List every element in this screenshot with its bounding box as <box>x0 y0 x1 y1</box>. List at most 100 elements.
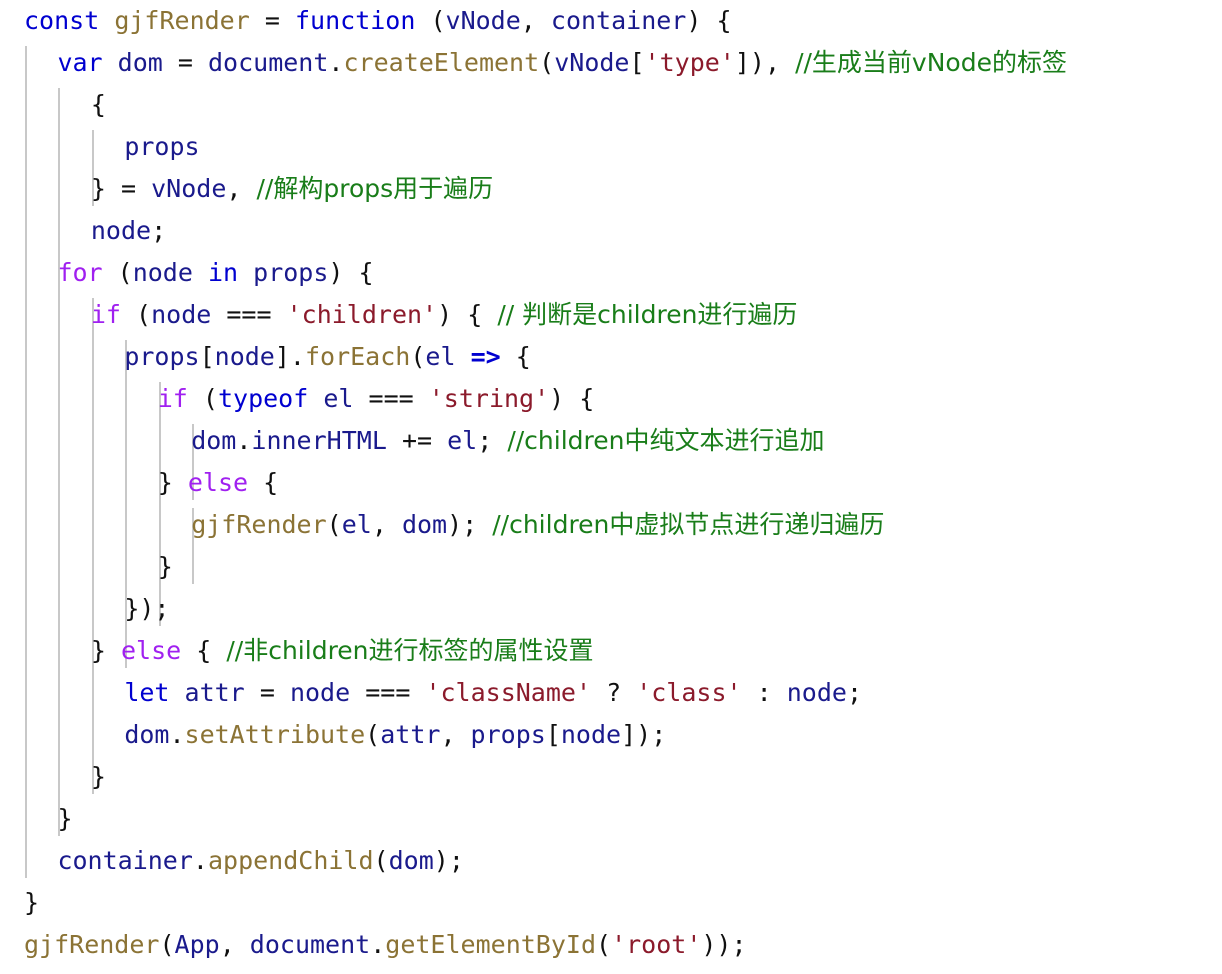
code-line[interactable]: } <box>0 756 1222 798</box>
code-token-punc: , <box>226 174 257 203</box>
code-token-ident: props <box>124 132 200 161</box>
code-token-com: //非children进行标签的属性设置 <box>226 636 594 665</box>
code-token-fn: gjfRender <box>24 930 160 959</box>
code-token-ident: dom <box>191 426 237 455</box>
code-token-punc <box>136 174 151 203</box>
code-token-str: 'string' <box>428 384 550 413</box>
code-token-fn: getElementById <box>385 930 596 959</box>
code-token-ident: el <box>341 510 372 539</box>
code-token-ident: document <box>249 930 371 959</box>
code-line[interactable]: const gjfRender = function (vNode, conta… <box>0 0 1222 42</box>
code-token-punc: , <box>219 930 250 959</box>
code-token-punc: ( <box>415 6 446 35</box>
code-token-kwp: for <box>57 258 103 287</box>
code-token-kwp: else <box>121 636 182 665</box>
code-line[interactable]: gjfRender(el, dom); //children中虚拟节点进行递归遍… <box>0 504 1222 546</box>
code-token-punc: ) { <box>437 300 498 329</box>
code-token-kw: function <box>294 6 416 35</box>
code-token-punc: ( <box>326 510 342 539</box>
code-line[interactable]: if (typeof el === 'string') { <box>0 378 1222 420</box>
code-token-ident: dom <box>124 720 170 749</box>
code-token-punc <box>772 678 787 707</box>
code-token-fn: gjfRender <box>114 6 250 35</box>
code-token-punc <box>163 48 178 77</box>
code-token-punc: ( <box>539 48 555 77</box>
code-token-punc: ) { <box>686 6 732 35</box>
code-token-op: = <box>177 48 193 77</box>
code-token-punc: )); <box>701 930 747 959</box>
code-token-ident: attr <box>184 678 245 707</box>
code-token-punc <box>106 636 121 665</box>
code-token-punc <box>410 678 425 707</box>
code-line[interactable]: let attr = node === 'className' ? 'class… <box>0 672 1222 714</box>
code-token-op: += <box>401 426 433 455</box>
code-line[interactable]: } <box>0 798 1222 840</box>
code-token-ident: dom <box>117 48 163 77</box>
code-line[interactable]: dom.setAttribute(attr, props[node]); <box>0 714 1222 756</box>
code-token-punc: ( <box>187 384 218 413</box>
code-token-punc <box>280 6 295 35</box>
code-token-punc <box>99 6 114 35</box>
code-token-op: === <box>368 384 414 413</box>
code-line[interactable]: props[node].forEach(el => { <box>0 336 1222 378</box>
code-token-punc: ( <box>159 930 175 959</box>
code-token-punc <box>350 678 365 707</box>
code-editor-viewport: const gjfRender = function (vNode, conta… <box>0 0 1222 974</box>
code-token-ident: innerHTML <box>251 426 387 455</box>
code-line[interactable]: }); <box>0 588 1222 630</box>
code-token-punc <box>387 426 402 455</box>
code-token-op: = <box>259 678 275 707</box>
code-line[interactable]: } <box>0 882 1222 924</box>
code-token-punc: ( <box>365 720 381 749</box>
code-token-punc: . <box>236 426 252 455</box>
code-token-punc: ( <box>596 930 612 959</box>
code-token-str: 'class' <box>636 678 742 707</box>
code-line[interactable]: for (node in props) { <box>0 252 1222 294</box>
code-token-punc: ) { <box>549 384 595 413</box>
code-line[interactable]: node; <box>0 210 1222 252</box>
code-token-punc <box>432 426 447 455</box>
code-token-punc: } <box>90 174 106 203</box>
code-token-punc: { <box>248 468 279 497</box>
code-token-punc <box>193 258 208 287</box>
code-line[interactable]: dom.innerHTML += el; //children中纯文本进行追加 <box>0 420 1222 462</box>
code-token-ident: dom <box>401 510 448 539</box>
code-token-punc <box>106 174 121 203</box>
code-line[interactable]: } else { //非children进行标签的属性设置 <box>0 630 1222 672</box>
code-token-punc: , <box>371 510 402 539</box>
code-token-ident: node <box>132 258 193 287</box>
code-token-ident: dom <box>388 846 434 875</box>
code-token-fn: forEach <box>304 342 411 371</box>
code-line[interactable]: var dom = document.createElement(vNode['… <box>0 42 1222 84</box>
code-line[interactable]: } <box>0 546 1222 588</box>
code-token-kwp: else <box>187 468 249 497</box>
code-token-punc <box>275 678 290 707</box>
code-line[interactable]: container.appendChild(dom); <box>0 840 1222 882</box>
code-line[interactable]: if (node === 'children') { // 判断是childre… <box>0 294 1222 336</box>
code-token-kw: let <box>124 678 170 707</box>
code-token-str: 'className' <box>425 678 592 707</box>
code-token-punc: ]); <box>621 720 667 749</box>
code-token-ident: props <box>253 258 329 287</box>
code-token-punc: . <box>370 930 386 959</box>
code-token-ident: vNode <box>151 174 227 203</box>
code-line[interactable]: } else { <box>0 462 1222 504</box>
code-token-punc: ( <box>410 342 426 371</box>
code-line[interactable]: props <box>0 126 1222 168</box>
code-token-punc <box>742 678 757 707</box>
code-line[interactable]: gjfRender(App, document.getElementById('… <box>0 924 1222 966</box>
code-token-punc: ; <box>846 678 863 707</box>
code-line[interactable]: } = vNode, //解构props用于遍历 <box>0 168 1222 210</box>
code-token-com: //children中虚拟节点进行递归遍历 <box>492 510 885 539</box>
code-token-com: //children中纯文本进行追加 <box>507 426 825 455</box>
code-token-punc <box>238 258 253 287</box>
code-token-punc <box>308 384 323 413</box>
code-token-kw: in <box>207 258 239 287</box>
code-line[interactable]: { <box>0 84 1222 126</box>
code-token-op: = <box>264 6 280 35</box>
code-token-ident: App <box>174 930 220 959</box>
code-token-str: 'type' <box>644 48 735 77</box>
code-token-punc: ); <box>433 846 464 875</box>
code-token-kw: typeof <box>217 384 309 413</box>
code-token-punc: } <box>157 552 173 581</box>
